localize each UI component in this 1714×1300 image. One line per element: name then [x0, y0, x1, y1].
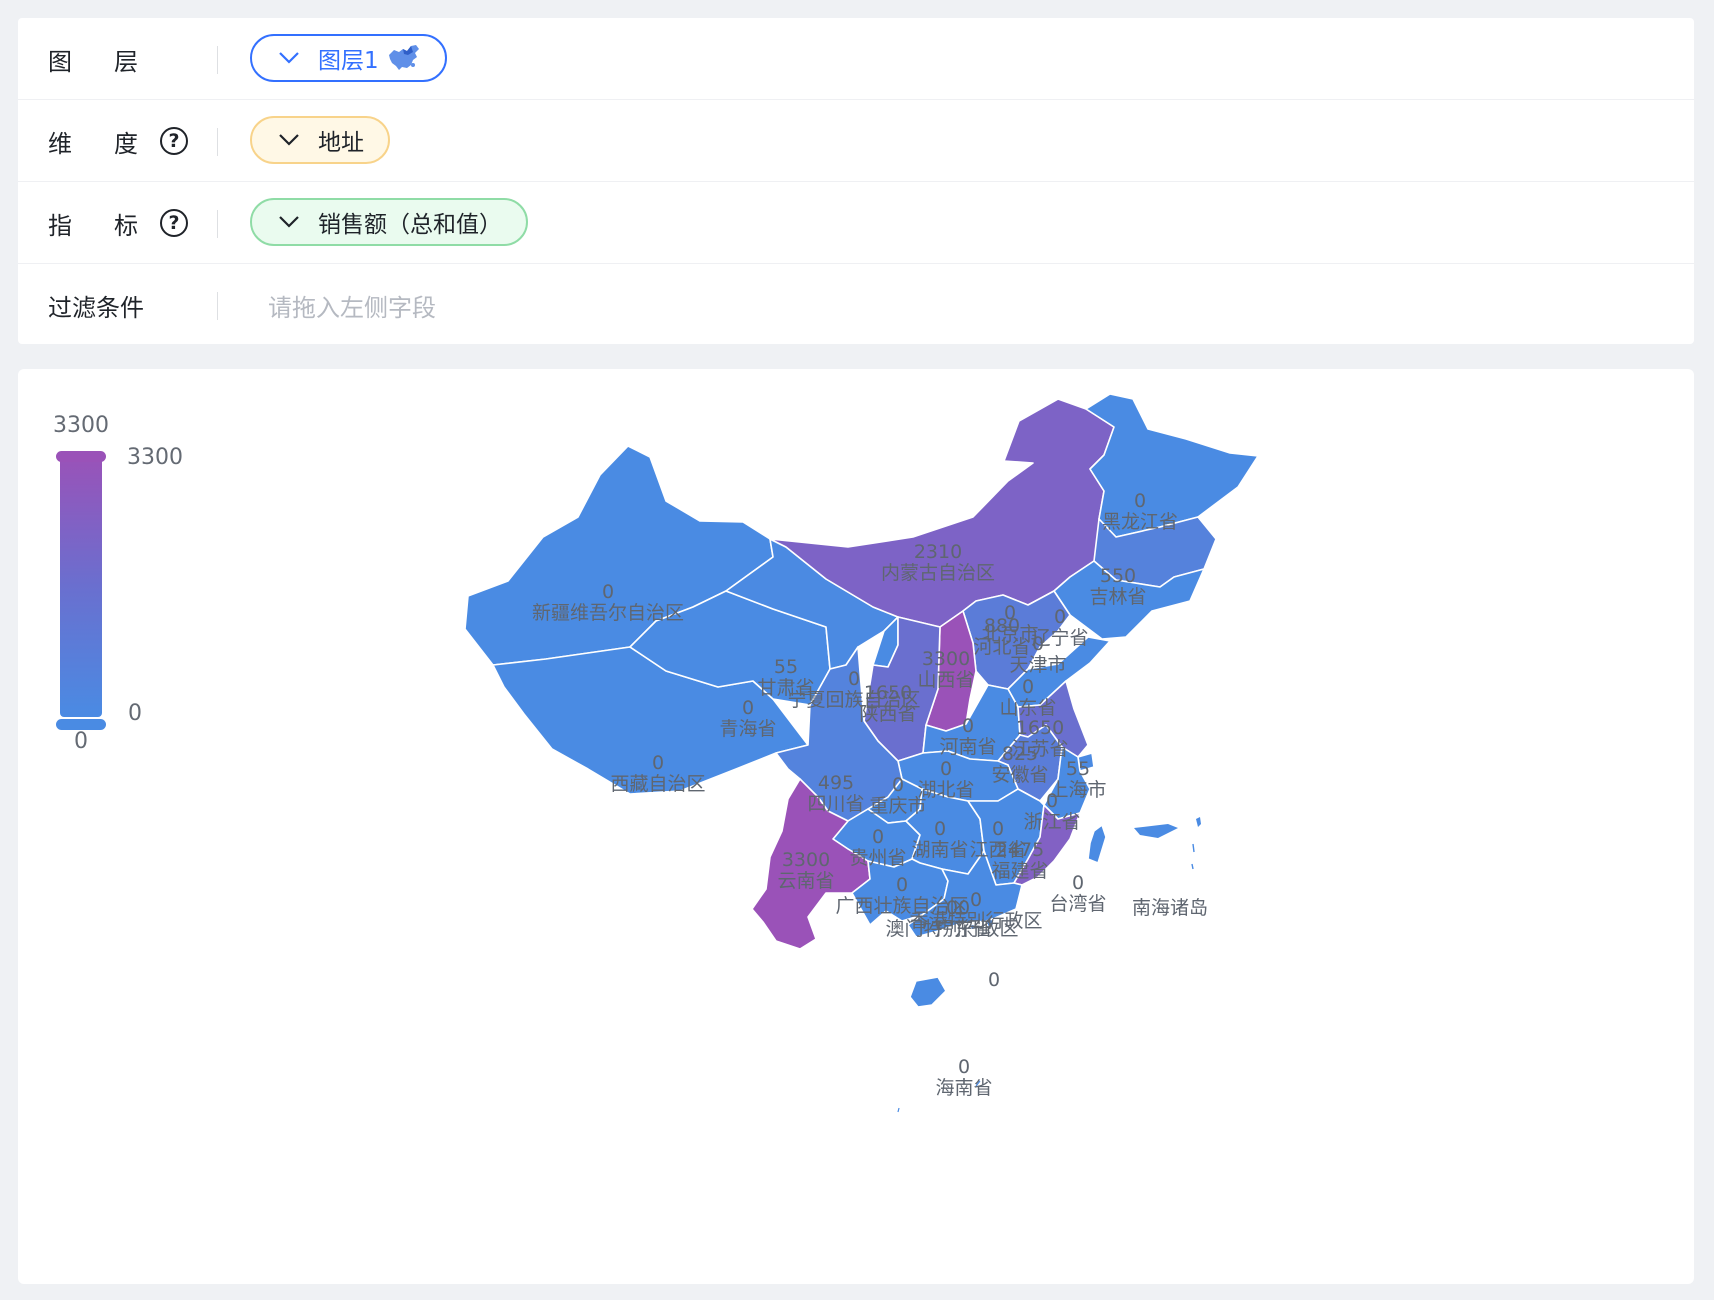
region-value-label: 0	[970, 889, 982, 911]
color-legend: 3300 3300 0 0	[53, 413, 183, 754]
region-name-label: 浙江省	[1023, 811, 1080, 833]
nanhai-label: 南海诸岛	[1132, 897, 1208, 919]
layer-value: 图层1	[318, 48, 379, 74]
region-name-label: 西藏自治区	[610, 773, 705, 795]
dimension-field-pill[interactable]: 地址	[250, 116, 390, 164]
china-map-icon	[388, 45, 419, 70]
region-name-label: 安徽省	[991, 764, 1048, 786]
region-value-label: 0	[1054, 606, 1066, 628]
region-value-label: 2310	[914, 541, 962, 563]
layer-row: 图层 图层1	[18, 18, 1694, 100]
region-value-label: 0	[934, 818, 946, 840]
region-value-label: 0	[652, 752, 664, 774]
metric-row: 指标 ? 销售额（总和值）	[18, 182, 1694, 264]
legend-gradient-bar	[60, 455, 102, 717]
region-name-label: 湖南省	[911, 839, 968, 861]
province-hainan[interactable]	[909, 976, 947, 1008]
sea-island-mark	[1196, 817, 1201, 827]
dimension-row: 维度 ? 地址	[18, 100, 1694, 182]
province-taiwan[interactable]	[1087, 824, 1107, 864]
china-choropleth-map: 3300 3300 0 0 0新疆维吾尔自治区0西藏自治区0青海省55甘肃省23…	[53, 393, 1259, 1113]
region-value-label: 0	[872, 826, 884, 848]
region-value-label: 0	[1072, 872, 1084, 894]
region-name-label: 吉林省	[1089, 586, 1146, 608]
question-circle-icon[interactable]: ?	[160, 209, 188, 237]
metric-value: 销售额（总和值）	[318, 212, 502, 238]
region-value-label: 0	[946, 897, 958, 919]
chevron-down-icon	[279, 134, 299, 146]
region-name-label: 澳门特别行政区	[885, 918, 1018, 940]
filter-row: 过滤条件 请拖入左侧字段	[18, 264, 1694, 346]
region-name-label: 四川省	[807, 793, 864, 815]
legend-top-label: 3300	[53, 413, 109, 438]
chevron-down-icon	[279, 52, 299, 64]
map-chart-panel: 3300 3300 0 0 0 新疆维吾尔自治区 0 西藏自治区 0 青海省 55 甘肃省 23…	[18, 369, 1694, 1284]
filter-label: 过滤条件	[48, 293, 144, 322]
region-name-label: 内蒙古自治区	[881, 562, 995, 584]
region-value-label: 0	[1046, 790, 1058, 812]
region-name-label: 黑龙江省	[1102, 511, 1178, 533]
region-name-label: 重庆市	[869, 795, 926, 817]
region-value-label: 0	[602, 581, 614, 603]
region-value-label: 2475	[996, 839, 1044, 861]
row-divider	[217, 292, 218, 320]
sea-dash-line	[1191, 843, 1195, 870]
region-name-label: 云南省	[777, 870, 834, 892]
legend-bottom-label: 0	[74, 729, 88, 754]
region-value-label: 0	[1134, 490, 1146, 512]
region-value-label: 495	[818, 772, 854, 794]
legend-max-handle[interactable]	[56, 451, 106, 462]
region-name-label: 河北省	[973, 636, 1030, 658]
region-value-label: 0	[1032, 633, 1044, 655]
region-value-label: 880	[984, 615, 1020, 637]
region-value-label: 0	[848, 668, 860, 690]
region-name-label: 贵州省	[849, 847, 906, 869]
config-panel: 图层 图层1 维度 ? 地址 指标 ? 销售额（总和值） 过滤条件 请拖入左侧字…	[18, 18, 1694, 344]
region-name-label: 陕西省	[859, 703, 916, 725]
sea-island-mark	[1134, 824, 1178, 838]
region-value-label: 55	[774, 656, 798, 678]
row-divider	[217, 128, 218, 156]
region-value-label: 55	[1066, 758, 1090, 780]
row-divider	[217, 210, 218, 238]
region-value-label: 0	[940, 758, 952, 780]
region-value-label: 0	[992, 818, 1004, 840]
region-name-label: 新疆维吾尔自治区	[532, 602, 684, 624]
region-value-label: 0	[958, 1056, 970, 1078]
region-name-label: 山东省	[999, 697, 1056, 719]
region-value-label: 3300	[922, 648, 970, 670]
region-value-label: 0	[742, 697, 754, 719]
row-divider	[217, 46, 218, 74]
legend-handle-min-label: 0	[128, 701, 142, 726]
region-value-label: 0	[962, 715, 974, 737]
legend-handle-max-label: 3300	[127, 445, 183, 470]
region-name-label: 山西省	[917, 669, 974, 691]
region-value-label: 550	[1100, 565, 1136, 587]
region-value-label: 1650	[1016, 717, 1064, 739]
region-value-label: 3300	[782, 849, 830, 871]
region-value-label: 1650	[864, 682, 912, 704]
chevron-down-icon	[279, 216, 299, 228]
dimension-value: 地址	[318, 130, 364, 156]
region-name-label: 海南省	[935, 1077, 992, 1099]
question-circle-icon[interactable]: ?	[160, 127, 188, 155]
region-name-label: 台湾省	[1049, 893, 1106, 915]
region-value-label: 0	[896, 874, 908, 896]
region-name-label: 福建省	[991, 860, 1048, 882]
region-value-label: 0	[892, 774, 904, 796]
layer-label: 图层	[48, 47, 180, 76]
metric-field-pill[interactable]: 销售额（总和值）	[250, 198, 528, 246]
filter-drop-zone[interactable]: 请拖入左侧字段	[268, 264, 436, 346]
layer-select-pill[interactable]: 图层1	[250, 34, 447, 82]
region-value-label: 825	[1002, 743, 1038, 765]
nanhai-value-label: 0	[988, 969, 1000, 991]
region-name-label: 青海省	[719, 718, 776, 740]
region-name-label: 河南省	[939, 736, 996, 758]
region-value-label: 0	[1022, 676, 1034, 698]
